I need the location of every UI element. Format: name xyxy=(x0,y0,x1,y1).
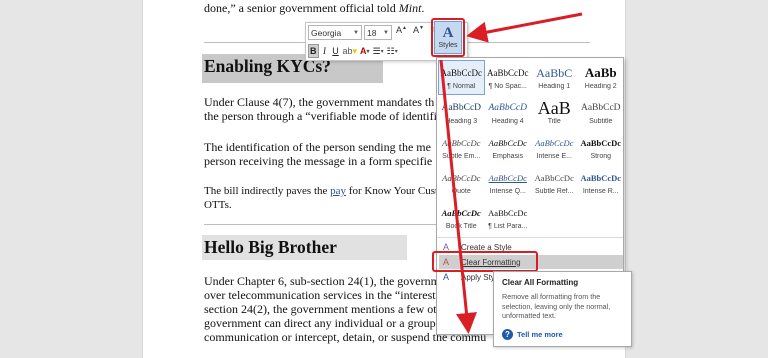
style-sample: AaBbCcDc xyxy=(488,173,527,183)
style-name: Heading 4 xyxy=(491,118,524,125)
style-name: Heading 3 xyxy=(445,118,478,125)
style-name: Quote xyxy=(451,188,471,195)
style-item[interactable]: AaBbCcDc Subtle Em... xyxy=(438,130,485,165)
style-name: Strong xyxy=(590,153,612,160)
style-sample: AaBbCcDc xyxy=(442,173,481,183)
bullets-icon[interactable]: ☰ ▾ xyxy=(372,44,385,58)
tooltip-title: Clear All Formatting xyxy=(502,278,579,287)
italic-button[interactable]: I xyxy=(320,44,330,58)
style-item[interactable]: AaBbCcDc Emphasis xyxy=(485,130,532,165)
font-name-combo[interactable]: Georgia ▼ xyxy=(308,25,362,40)
style-sample: AaBbCcDc xyxy=(534,173,574,183)
style-name: Intense Q... xyxy=(489,188,526,195)
clear-formatting-tooltip: Clear All Formatting Remove all formatti… xyxy=(493,271,632,347)
grow-font-icon[interactable]: A▲ xyxy=(394,25,409,40)
gallery-separator xyxy=(437,237,623,238)
clear-formatting-highlight-box xyxy=(432,251,538,272)
style-item[interactable]: AaBbCcDc Intense R... xyxy=(578,165,625,200)
style-item[interactable]: AaBb Heading 2 xyxy=(578,60,625,95)
doc-top-line: done,” a senior government official told… xyxy=(204,1,624,15)
bold-button[interactable]: B xyxy=(308,44,319,58)
style-item[interactable]: AaBbCcD Heading 3 xyxy=(438,95,485,130)
styles-highlight-box xyxy=(431,18,465,57)
style-sample: AaBbC xyxy=(536,66,573,80)
style-sample: AaBbCcDc xyxy=(442,138,481,148)
style-sample: AaBbCcDc xyxy=(488,208,528,218)
style-sample: AaBbCcDc xyxy=(441,208,481,218)
heading-hello-big-brother[interactable]: Hello Big Brother xyxy=(202,235,407,260)
style-name: Subtle Em... xyxy=(442,153,481,160)
style-name: ¶ No Spac... xyxy=(488,83,527,90)
style-name: ¶ Normal xyxy=(447,83,476,90)
font-size-value: 18 xyxy=(367,27,377,38)
help-icon: ? xyxy=(502,329,513,340)
style-item[interactable]: AaBbCcDc Intense E... xyxy=(531,130,578,165)
style-name: Subtitle xyxy=(589,118,613,125)
style-sample: AaB xyxy=(537,100,571,116)
style-item[interactable]: AaBbCcDc Book Title xyxy=(438,200,485,235)
highlight-icon[interactable]: ab ▾ xyxy=(342,44,359,58)
style-sample: AaBbCcD xyxy=(488,103,528,113)
heading2-text: Hello Big Brother xyxy=(202,235,407,260)
tell-me-more-link[interactable]: ? Tell me more xyxy=(502,329,563,340)
style-item[interactable]: AaBbCcDc Quote xyxy=(438,165,485,200)
font-size-combo[interactable]: 18 ▼ xyxy=(364,25,392,40)
font-name-value: Georgia xyxy=(311,27,342,38)
style-item[interactable]: AaBbC Heading 1 xyxy=(531,60,578,95)
style-sample: AaBbCcDc xyxy=(488,138,527,148)
style-name: Book Title xyxy=(445,223,477,230)
style-item[interactable]: AaBbCcDc Subtle Ref... xyxy=(531,165,578,200)
top-line-start: done, xyxy=(204,1,231,15)
style-sample: AaBb xyxy=(584,65,617,80)
chevron-down-icon: ▼ xyxy=(353,29,359,36)
top-line-italic: Mint xyxy=(398,1,422,15)
style-sample: AaBbCcDc xyxy=(535,138,574,148)
style-item[interactable]: AaBbCcD Subtitle xyxy=(578,95,625,130)
para3-line1-a: The bill indirectly paves the xyxy=(204,185,331,197)
style-sample: AaBbCcDc xyxy=(487,68,529,78)
style-name: Heading 1 xyxy=(538,83,571,90)
style-sample: AaBbCcD xyxy=(580,103,621,113)
style-sample: AaBbCcDc xyxy=(440,68,483,78)
tell-me-more-label: Tell me more xyxy=(517,330,563,339)
font-color-icon[interactable]: A ▾ xyxy=(359,44,371,58)
style-sample: AaBbCcD xyxy=(441,103,482,113)
style-item[interactable]: AaBbCcDc Strong xyxy=(578,130,625,165)
tooltip-description: Remove all formatting from the selection… xyxy=(502,292,611,320)
style-item[interactable]: AaB Title xyxy=(531,95,578,130)
style-name: Intense E... xyxy=(536,153,572,160)
shrink-font-icon[interactable]: A▼ xyxy=(411,25,426,40)
style-item[interactable]: AaBbCcDc ¶ No Spac... xyxy=(485,60,532,95)
style-name: Subtle Ref... xyxy=(534,188,574,195)
style-name: Intense R... xyxy=(582,188,619,195)
numbering-icon[interactable]: ☷ ▾ xyxy=(386,44,399,58)
underline-button[interactable]: U xyxy=(331,44,341,58)
style-sample: AaBbCcDc xyxy=(580,138,622,148)
style-name: Emphasis xyxy=(492,153,524,160)
top-line-rest: ” a senior government official told xyxy=(230,1,399,15)
style-name: Title xyxy=(547,118,561,125)
style-name: Heading 2 xyxy=(584,83,617,90)
style-name: ¶ List Para... xyxy=(488,223,528,230)
style-item[interactable]: AaBbCcD Heading 4 xyxy=(485,95,532,130)
para3-link[interactable]: pay xyxy=(330,185,346,197)
chevron-down-icon: ▼ xyxy=(383,29,389,36)
style-item[interactable]: AaBbCcDc ¶ Normal xyxy=(438,60,485,95)
style-item[interactable]: AaBbCcDc Intense Q... xyxy=(485,165,532,200)
top-line-end: . xyxy=(421,1,425,15)
style-item[interactable]: AaBbCcDc ¶ List Para... xyxy=(485,200,532,235)
apply-styles-icon: A xyxy=(443,272,450,282)
style-sample: AaBbCcDc xyxy=(580,173,622,183)
